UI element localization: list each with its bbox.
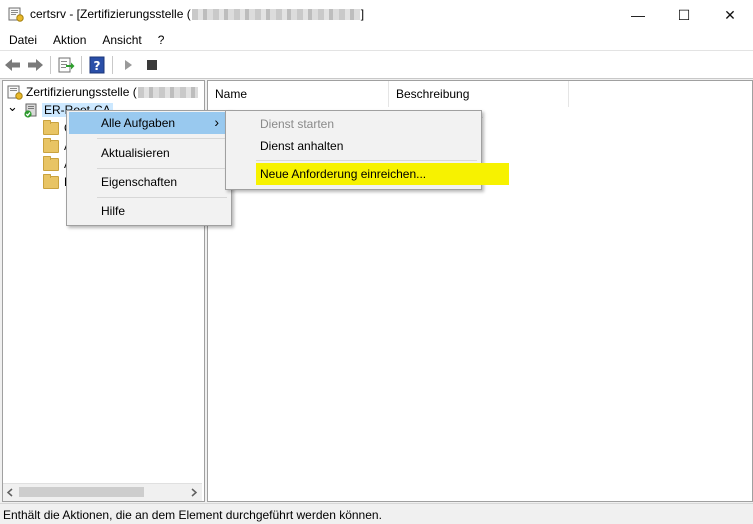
menu-separator xyxy=(97,138,227,139)
submenu-alle-aufgaben: Dienst starten Dienst anhalten Neue Anfo… xyxy=(225,110,509,190)
minimize-button[interactable]: — xyxy=(615,0,661,30)
column-header-name[interactable]: Name xyxy=(208,81,389,107)
help-button[interactable]: ? xyxy=(88,56,106,74)
scrollbar-thumb[interactable] xyxy=(19,487,144,497)
submenu-item-dienst-anhalten[interactable]: Dienst anhalten xyxy=(228,135,477,157)
export-list-icon xyxy=(58,57,75,73)
menu-item-hilfe[interactable]: Hilfe xyxy=(69,200,227,222)
menu-separator xyxy=(256,160,477,161)
tree-root[interactable]: Zertifizierungsstelle ( xyxy=(7,83,199,101)
window-title-suffix: ] xyxy=(360,7,365,21)
folder-icon xyxy=(43,137,59,153)
play-icon xyxy=(125,60,132,70)
stop-icon xyxy=(147,60,157,70)
export-list-button[interactable] xyxy=(57,56,75,74)
tree-horizontal-scrollbar[interactable] xyxy=(3,483,202,501)
start-service-button[interactable] xyxy=(119,56,137,74)
menu-ansicht[interactable]: Ansicht xyxy=(93,30,148,50)
toolbar-separator xyxy=(50,56,51,74)
submenu-item-dienst-starten[interactable]: Dienst starten xyxy=(228,113,477,135)
scroll-left-icon[interactable] xyxy=(6,488,14,497)
back-arrow-icon xyxy=(5,59,20,71)
minimize-icon: — xyxy=(631,7,645,23)
folder-icon xyxy=(43,119,59,135)
submenu-arrow-icon: › xyxy=(214,114,219,130)
menu-aktion[interactable]: Aktion xyxy=(44,30,93,50)
certsrv-app-icon xyxy=(8,7,24,22)
status-bar: Enthält die Aktionen, die an dem Element… xyxy=(0,503,753,524)
context-menu: Alle Aufgaben › Aktualisieren Eigenschaf… xyxy=(66,110,232,226)
folder-icon xyxy=(43,155,59,171)
submenu-item-neue-anforderung-einreichen[interactable]: Neue Anforderung einreichen... xyxy=(256,163,509,185)
help-icon: ? xyxy=(89,56,105,74)
forward-arrow-icon xyxy=(28,59,43,71)
window-title: certsrv - [Zertifizierungsstelle (] xyxy=(30,7,364,21)
folder-icon xyxy=(43,173,59,189)
window-title-prefix: certsrv - [Zertifizierungsstelle ( xyxy=(30,7,191,21)
menu-separator xyxy=(97,197,227,198)
expand-chevron-icon[interactable]: ⌄ xyxy=(7,100,19,113)
certificate-authority-icon xyxy=(7,85,23,100)
menu-item-eigenschaften[interactable]: Eigenschaften xyxy=(69,171,227,193)
tree-root-label: Zertifizierungsstelle ( xyxy=(26,85,137,99)
maximize-button[interactable]: ☐ xyxy=(661,0,707,30)
ca-server-icon xyxy=(24,103,37,118)
menu-help[interactable]: ? xyxy=(149,30,172,50)
scroll-right-icon[interactable] xyxy=(190,488,198,497)
close-icon: ✕ xyxy=(724,6,736,23)
toolbar-separator xyxy=(81,56,82,74)
redacted-server-name xyxy=(191,9,360,21)
menu-datei[interactable]: Datei xyxy=(0,30,44,50)
svg-text:?: ? xyxy=(94,59,101,73)
toolbar-separator xyxy=(112,56,113,74)
column-header-beschreibung[interactable]: Beschreibung xyxy=(389,81,569,107)
menu-separator xyxy=(97,168,227,169)
redacted-server-name xyxy=(137,86,198,98)
menu-item-alle-aufgaben[interactable]: Alle Aufgaben › xyxy=(69,112,227,134)
back-button[interactable] xyxy=(4,56,22,74)
title-bar: certsrv - [Zertifizierungsstelle (] — ☐ … xyxy=(0,0,753,30)
close-button[interactable]: ✕ xyxy=(707,0,753,30)
menu-bar: Datei Aktion Ansicht ? xyxy=(0,30,753,50)
forward-button[interactable] xyxy=(26,56,44,74)
menu-item-aktualisieren[interactable]: Aktualisieren xyxy=(69,142,227,164)
maximize-icon: ☐ xyxy=(677,6,691,23)
stop-service-button[interactable] xyxy=(143,56,161,74)
status-text: Enthält die Aktionen, die an dem Element… xyxy=(3,508,382,522)
toolbar: ? xyxy=(0,50,753,79)
menu-item-alle-aufgaben-label: Alle Aufgaben xyxy=(101,116,176,130)
